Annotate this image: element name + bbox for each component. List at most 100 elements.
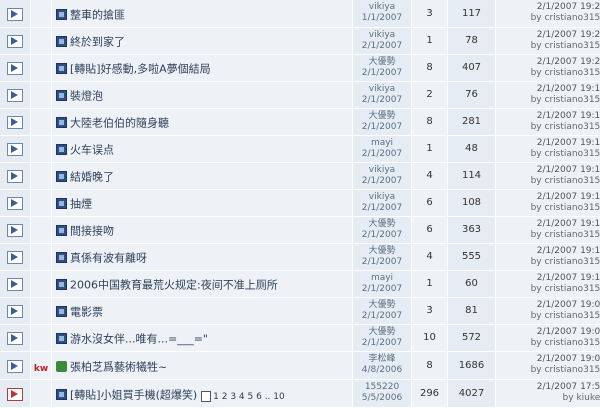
topic-replies: 6 — [412, 189, 448, 216]
topic-row[interactable]: 電影票 大優勢2/1/2007 3 81 2/1/2007 19:09by cr… — [0, 297, 600, 324]
topic-author[interactable]: 大優勢 — [353, 327, 411, 338]
topic-title-cell: 終於到家了 — [52, 27, 353, 54]
topic-last-date: 2/1/2007 19:16 — [496, 138, 600, 149]
topic-last-by[interactable]: by cristiano3156 — [496, 176, 600, 187]
topic-title-link[interactable]: 張柏芝爲藝術犧牲~ — [70, 360, 167, 373]
topic-author[interactable]: vikiya — [353, 84, 411, 95]
topic-status-cell — [0, 135, 31, 162]
topic-last-date: 2/1/2007 19:23 — [496, 2, 600, 13]
topic-author[interactable]: 155220 — [353, 382, 411, 393]
topic-title-link[interactable]: 抽煙 — [70, 198, 92, 211]
topic-author[interactable]: mayi — [353, 138, 411, 149]
topic-row[interactable]: 大陸老伯伯的隨身聽 大優勢2/1/2007 8 281 2/1/2007 19:… — [0, 108, 600, 135]
page-links[interactable]: 1 2 3 4 5 6 .. 10 — [213, 392, 285, 402]
topic-last-by[interactable]: by cristiano3156 — [496, 95, 600, 106]
topic-title-link[interactable]: 真係有波有離呀 — [70, 252, 147, 265]
topic-author[interactable]: vikiya — [353, 2, 411, 13]
topic-row[interactable]: 間接接吻 大優勢2/1/2007 6 363 2/1/2007 19:11by … — [0, 216, 600, 243]
topic-pages[interactable]: 1 2 3 4 5 6 .. 10 — [201, 392, 285, 402]
topic-author[interactable]: vikiya — [353, 192, 411, 203]
topic-title-link[interactable]: 大陸老伯伯的隨身聽 — [70, 117, 169, 130]
topic-title-link[interactable]: [轉貼]好感動,多啦A夢個結局 — [70, 63, 211, 76]
topic-row[interactable]: 游水沒女伴...唯有...=___=" 大優勢2/1/2007 10 572 2… — [0, 324, 600, 351]
topic-last-date: 2/1/2007 19:10 — [496, 273, 600, 284]
topic-last-by[interactable]: by cristiano3156 — [496, 284, 600, 295]
topic-last-by[interactable]: by cristiano3156 — [496, 311, 600, 322]
topic-last-post-cell: 2/1/2007 19:18by cristiano3156 — [496, 108, 600, 135]
topic-last-post-cell: 2/1/2007 19:09by cristiano3156 — [496, 297, 600, 324]
topic-last-by[interactable]: by cristiano3156 — [496, 122, 600, 133]
topic-row[interactable]: [轉貼]好感動,多啦A夢個結局 大優勢2/1/2007 8 407 2/1/20… — [0, 54, 600, 81]
topic-author[interactable]: 大優勢 — [353, 111, 411, 122]
topic-row[interactable]: 真係有波有離呀 大優勢2/1/2007 4 555 2/1/2007 19:11… — [0, 243, 600, 270]
topic-author-cell: vikiya2/1/2007 — [353, 27, 412, 54]
topic-title-link[interactable]: 終於到家了 — [70, 36, 125, 49]
topic-row[interactable]: 2006中国教育最荒火规定:夜间不准上厕所 mayi2/1/2007 1 60 … — [0, 270, 600, 297]
topic-last-by[interactable]: by cristiano3156 — [496, 230, 600, 241]
topic-title-cell: 抽煙 — [52, 189, 353, 216]
topic-emoticon-cell — [31, 324, 52, 351]
topic-author[interactable]: vikiya — [353, 165, 411, 176]
topic-replies: 4 — [412, 162, 448, 189]
topic-last-date: 2/1/2007 19:09 — [496, 300, 600, 311]
topic-title-link[interactable]: 2006中国教育最荒火规定:夜间不准上厕所 — [70, 279, 278, 292]
topic-row[interactable]: kw 張柏芝爲藝術犧牲~ 李松峰4/8/2006 8 1686 2/1/2007… — [0, 351, 600, 379]
topic-last-by[interactable]: by cristiano3156 — [496, 365, 600, 376]
topic-emoticon-cell — [31, 135, 52, 162]
topic-emoticon-cell — [31, 81, 52, 108]
topic-status-icon — [7, 251, 23, 264]
topic-status-cell — [0, 297, 31, 324]
topic-last-by[interactable]: by cristiano3156 — [496, 203, 600, 214]
topic-author[interactable]: 大優勢 — [353, 57, 411, 68]
topic-replies: 4 — [412, 243, 448, 270]
topic-last-date: 2/1/2007 19:01 — [496, 354, 600, 365]
topic-title-link[interactable]: 裝燈泡 — [70, 90, 103, 103]
topic-title-link[interactable]: [轉貼]小姐買手機(超爆笑) — [70, 388, 197, 401]
topic-title-link[interactable]: 電影票 — [70, 306, 103, 319]
topic-last-by[interactable]: by cristiano3156 — [496, 257, 600, 268]
topic-author[interactable]: vikiya — [353, 30, 411, 41]
topic-title-link[interactable]: 結婚晚了 — [70, 171, 114, 184]
topic-author[interactable]: 大優勢 — [353, 219, 411, 230]
topic-row[interactable]: 裝燈泡 vikiya2/1/2007 2 76 2/1/2007 19:19by… — [0, 81, 600, 108]
topic-author[interactable]: 大優勢 — [353, 246, 411, 257]
topic-views: 555 — [448, 243, 496, 270]
post-icon — [56, 279, 67, 290]
topic-last-by[interactable]: by kiuken — [496, 393, 600, 404]
post-icon — [56, 117, 67, 128]
topic-title-link[interactable]: 火车误点 — [70, 144, 114, 157]
kw-icon: kw — [34, 364, 48, 374]
topic-author-cell: 大優勢2/1/2007 — [353, 54, 412, 81]
topic-last-by[interactable]: by cristiano3156 — [496, 149, 600, 160]
topic-last-date: 2/1/2007 19:02 — [496, 327, 600, 338]
topic-last-by[interactable]: by cristiano3156 — [496, 41, 600, 52]
topic-title-link[interactable]: 整車的搶匪 — [70, 8, 125, 21]
topic-last-by[interactable]: by cristiano3156 — [496, 68, 600, 79]
topic-last-by[interactable]: by cristiano3156 — [496, 13, 600, 24]
topic-author[interactable]: 李松峰 — [353, 354, 411, 365]
topic-row[interactable]: [轉貼]小姐買手機(超爆笑) 1 2 3 4 5 6 .. 10 1552205/… — [0, 379, 600, 407]
topic-author-cell: 1552205/5/2006 — [353, 379, 412, 407]
topic-replies: 10 — [412, 324, 448, 351]
topic-row[interactable]: 整車的搶匪 vikiya1/1/2007 3 117 2/1/2007 19:2… — [0, 0, 600, 27]
topic-row[interactable]: 終於到家了 vikiya2/1/2007 1 78 2/1/2007 19:21… — [0, 27, 600, 54]
topic-row[interactable]: 結婚晚了 vikiya2/1/2007 4 114 2/1/2007 19:14… — [0, 162, 600, 189]
topic-last-date: 2/1/2007 19:11 — [496, 219, 600, 230]
topic-author[interactable]: 大優勢 — [353, 300, 411, 311]
topic-author-cell: 大優勢2/1/2007 — [353, 297, 412, 324]
post-icon — [56, 90, 67, 101]
topic-row[interactable]: 火车误点 mayi2/1/2007 1 48 2/1/2007 19:16by … — [0, 135, 600, 162]
topic-author-date: 2/1/2007 — [353, 230, 411, 241]
topic-title-link[interactable]: 游水沒女伴...唯有...=___=" — [70, 333, 208, 346]
topic-author[interactable]: mayi — [353, 273, 411, 284]
topic-title-link[interactable]: 間接接吻 — [70, 225, 114, 238]
topic-last-post-cell: 2/1/2007 19:01by cristiano3156 — [496, 351, 600, 379]
topic-row[interactable]: 抽煙 vikiya2/1/2007 6 108 2/1/2007 19:13by… — [0, 189, 600, 216]
topic-status-icon — [7, 116, 23, 129]
topic-author-cell: 大優勢2/1/2007 — [353, 243, 412, 270]
topic-author-date: 2/1/2007 — [353, 203, 411, 214]
post-icon — [56, 198, 67, 209]
topic-last-by[interactable]: by cristiano3156 — [496, 338, 600, 349]
topic-author-date: 2/1/2007 — [353, 149, 411, 160]
topic-views: 81 — [448, 297, 496, 324]
